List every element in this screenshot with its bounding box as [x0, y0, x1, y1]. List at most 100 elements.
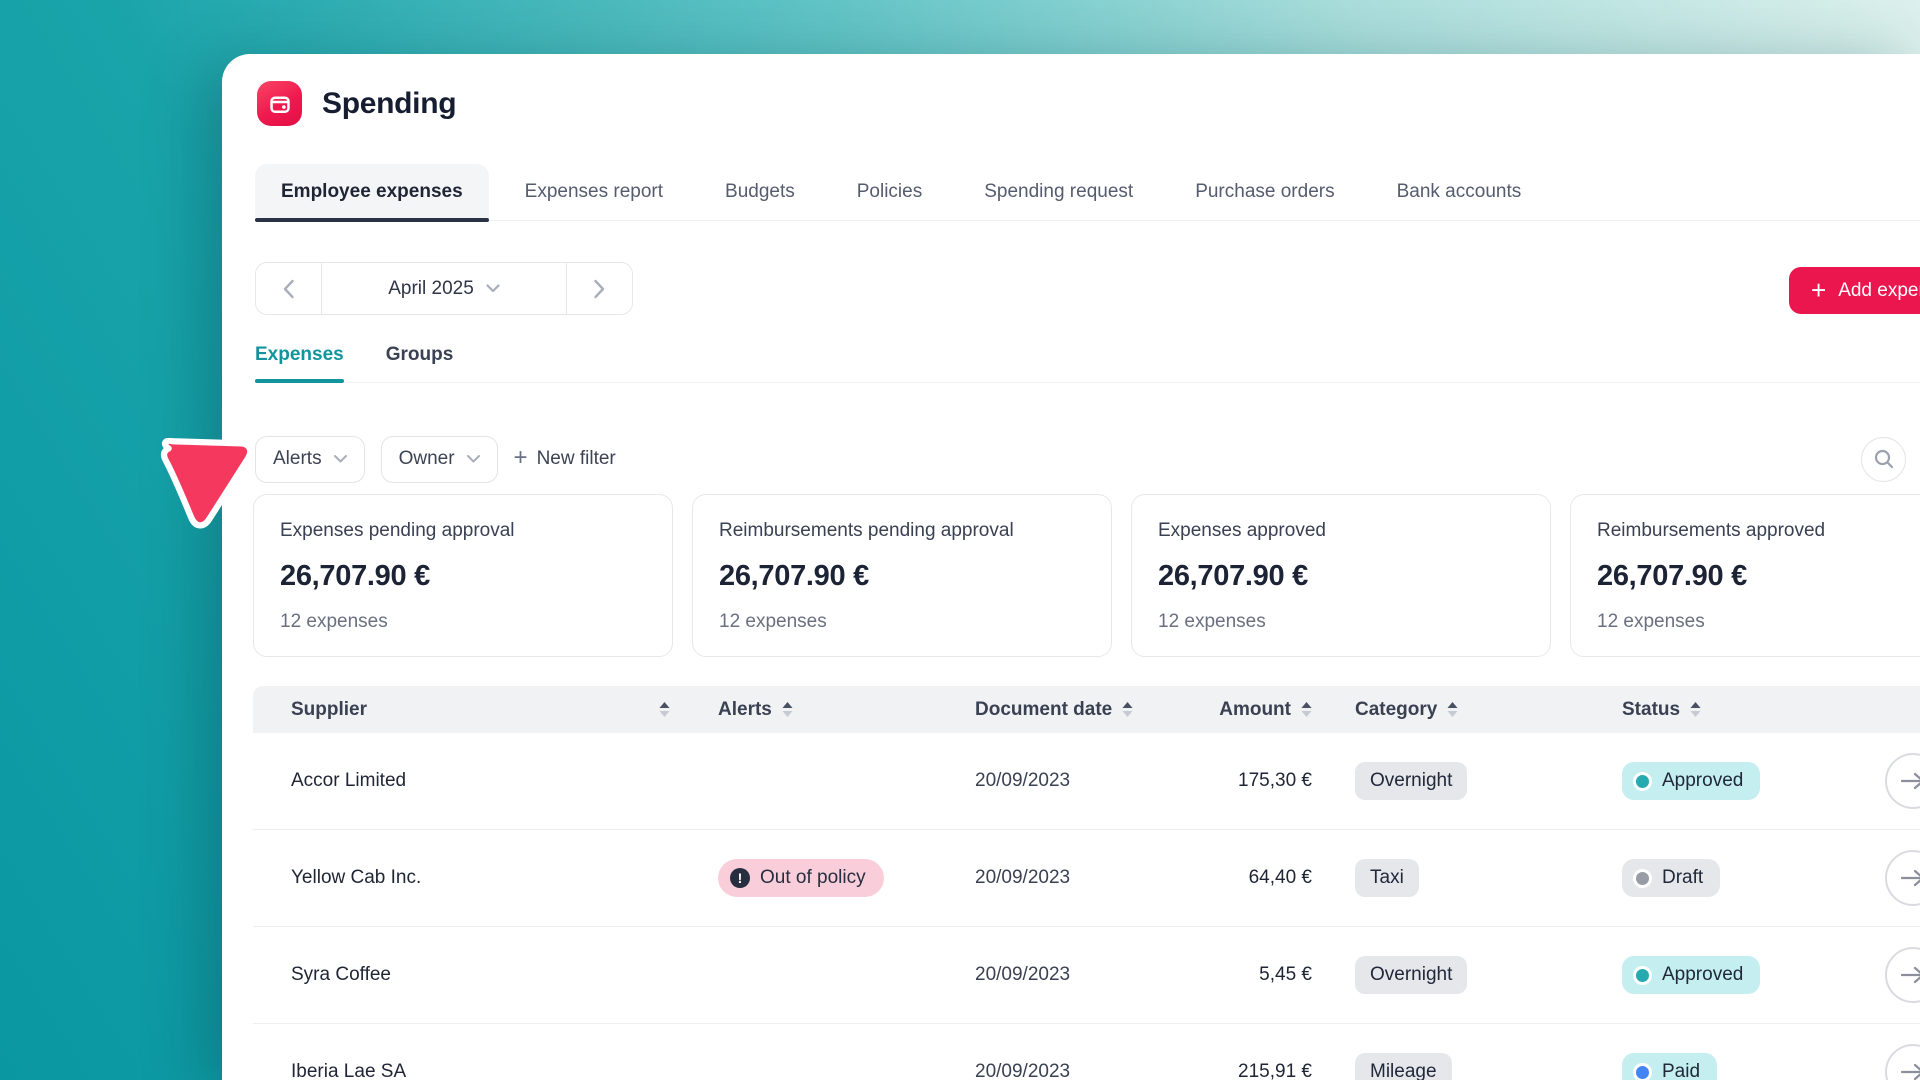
cell-category: Taxi [1330, 859, 1600, 897]
table-header-row: Supplier Alerts Document date Amount Categor… [253, 686, 1920, 733]
search-button[interactable] [1861, 437, 1906, 482]
cell-status: Paid [1600, 1053, 1852, 1080]
sort-icon [1301, 702, 1312, 717]
summary-card: Expenses pending approval 26,707.90 € 12 e… [253, 494, 673, 657]
open-expense-button[interactable] [1885, 753, 1920, 809]
cell-category: Overnight [1330, 762, 1600, 800]
cell-status: Draft [1600, 859, 1852, 897]
expenses-table: Supplier Alerts Document date Amount Categor… [253, 686, 1920, 1080]
open-expense-button[interactable] [1885, 1044, 1920, 1080]
summary-card-value: 26,707.90 € [280, 560, 646, 593]
open-expense-button[interactable] [1885, 947, 1920, 1003]
status-dot-icon [1633, 966, 1652, 985]
filter-owner-dropdown[interactable]: Owner [381, 436, 498, 483]
summary-card: Expenses approved26,707.90 €12 expenses [1131, 494, 1551, 657]
column-label: Alerts [718, 699, 772, 721]
status-dot-icon [1633, 772, 1652, 791]
next-month-button[interactable] [566, 263, 632, 314]
page-title: Spending [322, 87, 456, 121]
summary-card-subtitle: 12 expenses [719, 611, 1085, 633]
cell-supplier: Accor Limited [253, 770, 700, 792]
viewtab-groups[interactable]: Groups [386, 344, 454, 366]
column-header-alerts[interactable]: Alerts [700, 699, 963, 721]
table-row[interactable]: Yellow Cab Inc.!Out of policy20/09/20236… [253, 830, 1920, 927]
cell-actions [1852, 1044, 1920, 1080]
summary-card: Reimbursements approved26,707.90 €12 exp… [1570, 494, 1920, 657]
spending-panel: Spending Employee expensesExpenses repor… [222, 54, 1920, 1080]
sort-icon [659, 702, 670, 717]
column-header-supplier[interactable]: Supplier [253, 699, 700, 721]
tab-employee-expenses[interactable]: Employee expenses [255, 164, 489, 220]
new-filter-button[interactable]: + New filter [514, 448, 616, 470]
sort-icon [1122, 702, 1133, 717]
status-label: Approved [1662, 770, 1743, 792]
summary-card-title: Reimbursements pending approval [719, 520, 1085, 542]
period-dropdown[interactable]: April 2025 [322, 263, 566, 314]
tab-bank-accounts[interactable]: Bank accounts [1371, 164, 1548, 220]
cell-amount: 175,30 € [1185, 770, 1330, 792]
summary-card: Reimbursements pending approval 26,707.90… [692, 494, 1112, 657]
tab-budgets[interactable]: Budgets [699, 164, 821, 220]
table-row[interactable]: Syra Coffee 20/09/20235,45 € Overnight Appr… [253, 927, 1920, 1024]
cell-amount: 5,45 € [1185, 964, 1330, 986]
tab-spending-request[interactable]: Spending request [958, 164, 1159, 220]
period-selector: April 2025 [255, 262, 633, 315]
column-label: Amount [1219, 699, 1291, 721]
filter-pill-group: Alerts Owner [255, 436, 498, 483]
cell-document-date: 20/09/2023 [963, 964, 1185, 986]
table-body: Accor Limited20/09/2023175,30 €Overnight… [253, 733, 1920, 1080]
viewtab-expenses[interactable]: Expenses [255, 344, 344, 366]
view-tab-bar: Expenses Groups [255, 344, 1920, 383]
sort-icon [1447, 702, 1458, 717]
cell-actions [1852, 753, 1920, 809]
category-badge: Overnight [1355, 762, 1467, 800]
filter-label: Alerts [273, 448, 322, 470]
column-label: Document date [975, 699, 1112, 721]
cell-category: Overnight [1330, 956, 1600, 994]
open-expense-button[interactable] [1885, 850, 1920, 906]
table-row[interactable]: Iberia Lae SA20/09/2023215,91 €MileagePa… [253, 1024, 1920, 1080]
status-dot-icon [1633, 869, 1652, 888]
main-tab-bar: Employee expensesExpenses reportBudgetsP… [255, 164, 1920, 221]
summary-card-value: 26,707.90 € [1597, 560, 1920, 593]
column-header-category[interactable]: Category [1330, 699, 1600, 721]
status-badge: Paid [1622, 1053, 1717, 1080]
cell-amount: 215,91 € [1185, 1061, 1330, 1080]
category-badge: Taxi [1355, 859, 1419, 897]
tab-policies[interactable]: Policies [831, 164, 948, 220]
column-header-date[interactable]: Document date [963, 699, 1185, 721]
cell-actions [1852, 850, 1920, 906]
chevron-left-icon [282, 279, 295, 299]
cell-supplier: Syra Coffee [253, 964, 700, 986]
cell-status: Approved [1600, 762, 1852, 800]
summary-card-subtitle: 12 expenses [1597, 611, 1920, 633]
cell-actions [1852, 947, 1920, 1003]
filter-row: Alerts Owner + New filter [255, 435, 1906, 483]
tab-expenses-report[interactable]: Expenses report [499, 164, 689, 220]
status-badge: Approved [1622, 956, 1760, 994]
period-label: April 2025 [388, 278, 474, 300]
sort-icon [782, 702, 793, 717]
table-row[interactable]: Accor Limited 20/09/2023175,30 € Overnight… [253, 733, 1920, 830]
column-header-status[interactable]: Status [1600, 699, 1852, 721]
category-badge: Overnight [1355, 956, 1467, 994]
cell-document-date: 20/09/2023 [963, 770, 1185, 792]
tab-purchase-orders[interactable]: Purchase orders [1169, 164, 1360, 220]
add-expense-button[interactable]: + Add expense [1789, 267, 1920, 314]
status-label: Draft [1662, 867, 1703, 889]
previous-month-button[interactable] [256, 263, 322, 314]
summary-card-title: Expenses pending approval [280, 520, 646, 542]
new-filter-label: New filter [537, 448, 616, 470]
filter-alerts-dropdown[interactable]: Alerts [255, 436, 365, 483]
app-header: Spending [257, 81, 456, 126]
arrow-right-icon [1901, 869, 1920, 887]
cell-alerts: !Out of policy [700, 859, 963, 897]
sort-icon [1690, 702, 1701, 717]
alert-label: Out of policy [760, 867, 866, 889]
summary-card-value: 26,707.90 € [719, 560, 1085, 593]
cell-supplier: Iberia Lae SA [253, 1061, 700, 1080]
status-badge: Approved [1622, 762, 1760, 800]
plus-icon: + [514, 446, 528, 470]
column-header-amount[interactable]: Amount [1185, 699, 1330, 721]
summary-card-subtitle: 12 expenses [280, 611, 646, 633]
